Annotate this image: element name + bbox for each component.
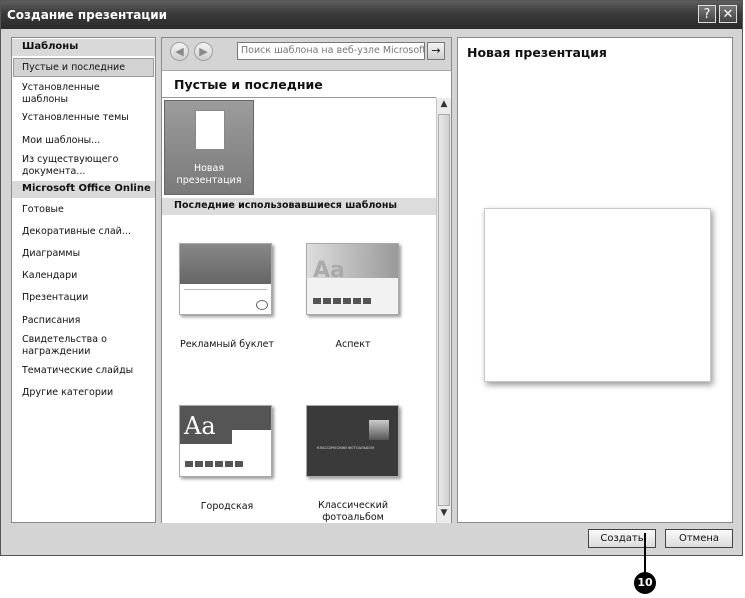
back-button[interactable]: ◀ <box>170 42 189 61</box>
callout-number: 10 <box>634 572 656 594</box>
close-button[interactable]: ✕ <box>719 5 737 23</box>
gallery-scrollbar[interactable]: ▲ ▼ <box>436 98 451 523</box>
sidebar-item-themed-slides[interactable]: Тематические слайды <box>22 365 152 377</box>
scroll-down-icon[interactable]: ▼ <box>438 508 450 522</box>
template-gallery-panel: ◀ ▶ Поиск шаблона на веб-узле Microsoft … <box>161 37 452 523</box>
brochure-banner <box>180 244 271 284</box>
aspect-swatch <box>333 298 341 304</box>
cancel-button[interactable]: Отмена <box>665 529 733 548</box>
scroll-up-icon[interactable]: ▲ <box>438 99 450 113</box>
urban-sample-text: Aa <box>184 412 216 440</box>
preview-title: Новая презентация <box>467 45 607 60</box>
template-thumb-urban[interactable]: Aa <box>179 405 272 477</box>
sidebar-item-my-templates[interactable]: Мои шаблоны... <box>22 135 152 147</box>
sidebar-item-from-existing[interactable]: Из существующего документа... <box>22 154 132 178</box>
arrow-left-icon: ◀ <box>175 45 184 58</box>
aspect-swatch <box>343 298 351 304</box>
new-presentation-tile[interactable]: Новая презентация <box>164 100 254 195</box>
sidebar-item-featured[interactable]: Готовые <box>22 204 152 216</box>
dialog-title: Создание презентации <box>7 8 168 22</box>
search-go-button[interactable]: → <box>427 42 445 60</box>
gallery-title: Пустые и последние <box>174 77 323 92</box>
arrow-right-icon: ▶ <box>199 45 208 58</box>
preview-panel: Новая презентация <box>457 37 733 523</box>
urban-accent <box>232 430 271 444</box>
aspect-swatch <box>353 298 361 304</box>
urban-swatch <box>185 461 193 467</box>
template-label-brochure: Рекламный буклет <box>180 339 274 350</box>
photo-album-image <box>369 420 389 440</box>
template-label-urban: Городская <box>200 501 254 512</box>
brochure-rule <box>184 289 267 290</box>
aspect-sample-text: Aa <box>313 258 345 283</box>
template-thumb-aspect[interactable]: Aa <box>306 243 399 315</box>
sidebar-item-presentations[interactable]: Презентации <box>22 292 152 304</box>
sidebar-header-online: Microsoft Office Online <box>12 181 155 198</box>
new-presentation-dialog: Создание презентации ? ✕ Шаблоны Пустые … <box>0 0 743 556</box>
sidebar-item-awards[interactable]: Свидетельства о награждении <box>22 334 127 358</box>
callout-line <box>644 533 646 573</box>
arrow-right-icon: → <box>431 44 441 57</box>
urban-swatch <box>205 461 213 467</box>
sidebar-item-diagrams[interactable]: Диаграммы <box>22 248 152 260</box>
title-bar: Создание презентации ? ✕ <box>1 1 742 29</box>
sidebar-item-blank-recent[interactable]: Пустые и последние <box>22 62 152 74</box>
template-label-aspect: Аспект <box>335 339 371 350</box>
blank-document-icon <box>195 110 225 150</box>
scroll-thumb[interactable] <box>438 114 450 506</box>
urban-swatch <box>225 461 233 467</box>
templates-sidebar: Шаблоны Пустые и последние Установленные… <box>11 37 156 523</box>
aspect-swatch <box>323 298 331 304</box>
template-search-input[interactable]: Поиск шаблона на веб-узле Microsoft <box>237 42 425 60</box>
photo-album-title-text: КЛАССИЧЕСКИЙ ФОТОАЛЬБОМ <box>317 446 375 450</box>
template-thumb-brochure[interactable] <box>179 243 272 315</box>
sidebar-item-design-slides[interactable]: Декоративные слай... <box>22 226 152 238</box>
preview-slide <box>484 208 711 382</box>
brochure-logo <box>256 300 268 310</box>
help-button[interactable]: ? <box>698 5 716 23</box>
template-label-photo-album: Классический фотоальбом <box>317 500 389 523</box>
sidebar-header-templates: Шаблоны <box>12 39 155 56</box>
forward-button[interactable]: ▶ <box>194 42 213 61</box>
sidebar-item-other-categories[interactable]: Другие категории <box>22 387 152 399</box>
sidebar-item-schedules[interactable]: Расписания <box>22 315 152 327</box>
sidebar-item-calendars[interactable]: Календари <box>22 270 152 282</box>
template-thumb-photo-album[interactable]: КЛАССИЧЕСКИЙ ФОТОАЛЬБОМ <box>306 405 399 477</box>
recent-templates-header: Последние использовавшиеся шаблоны <box>162 198 436 215</box>
aspect-swatch <box>313 298 321 304</box>
gallery-area: Пустые и последние Новая презентация Пос… <box>162 70 451 523</box>
urban-swatch <box>195 461 203 467</box>
urban-swatch <box>235 461 243 467</box>
gallery-divider <box>162 97 436 98</box>
sidebar-item-installed-templates[interactable]: Установленные шаблоны <box>22 82 122 106</box>
aspect-swatch <box>363 298 371 304</box>
new-presentation-label: Новая презентация <box>176 163 242 186</box>
urban-swatch <box>215 461 223 467</box>
sidebar-item-installed-themes[interactable]: Установленные темы <box>22 112 152 124</box>
